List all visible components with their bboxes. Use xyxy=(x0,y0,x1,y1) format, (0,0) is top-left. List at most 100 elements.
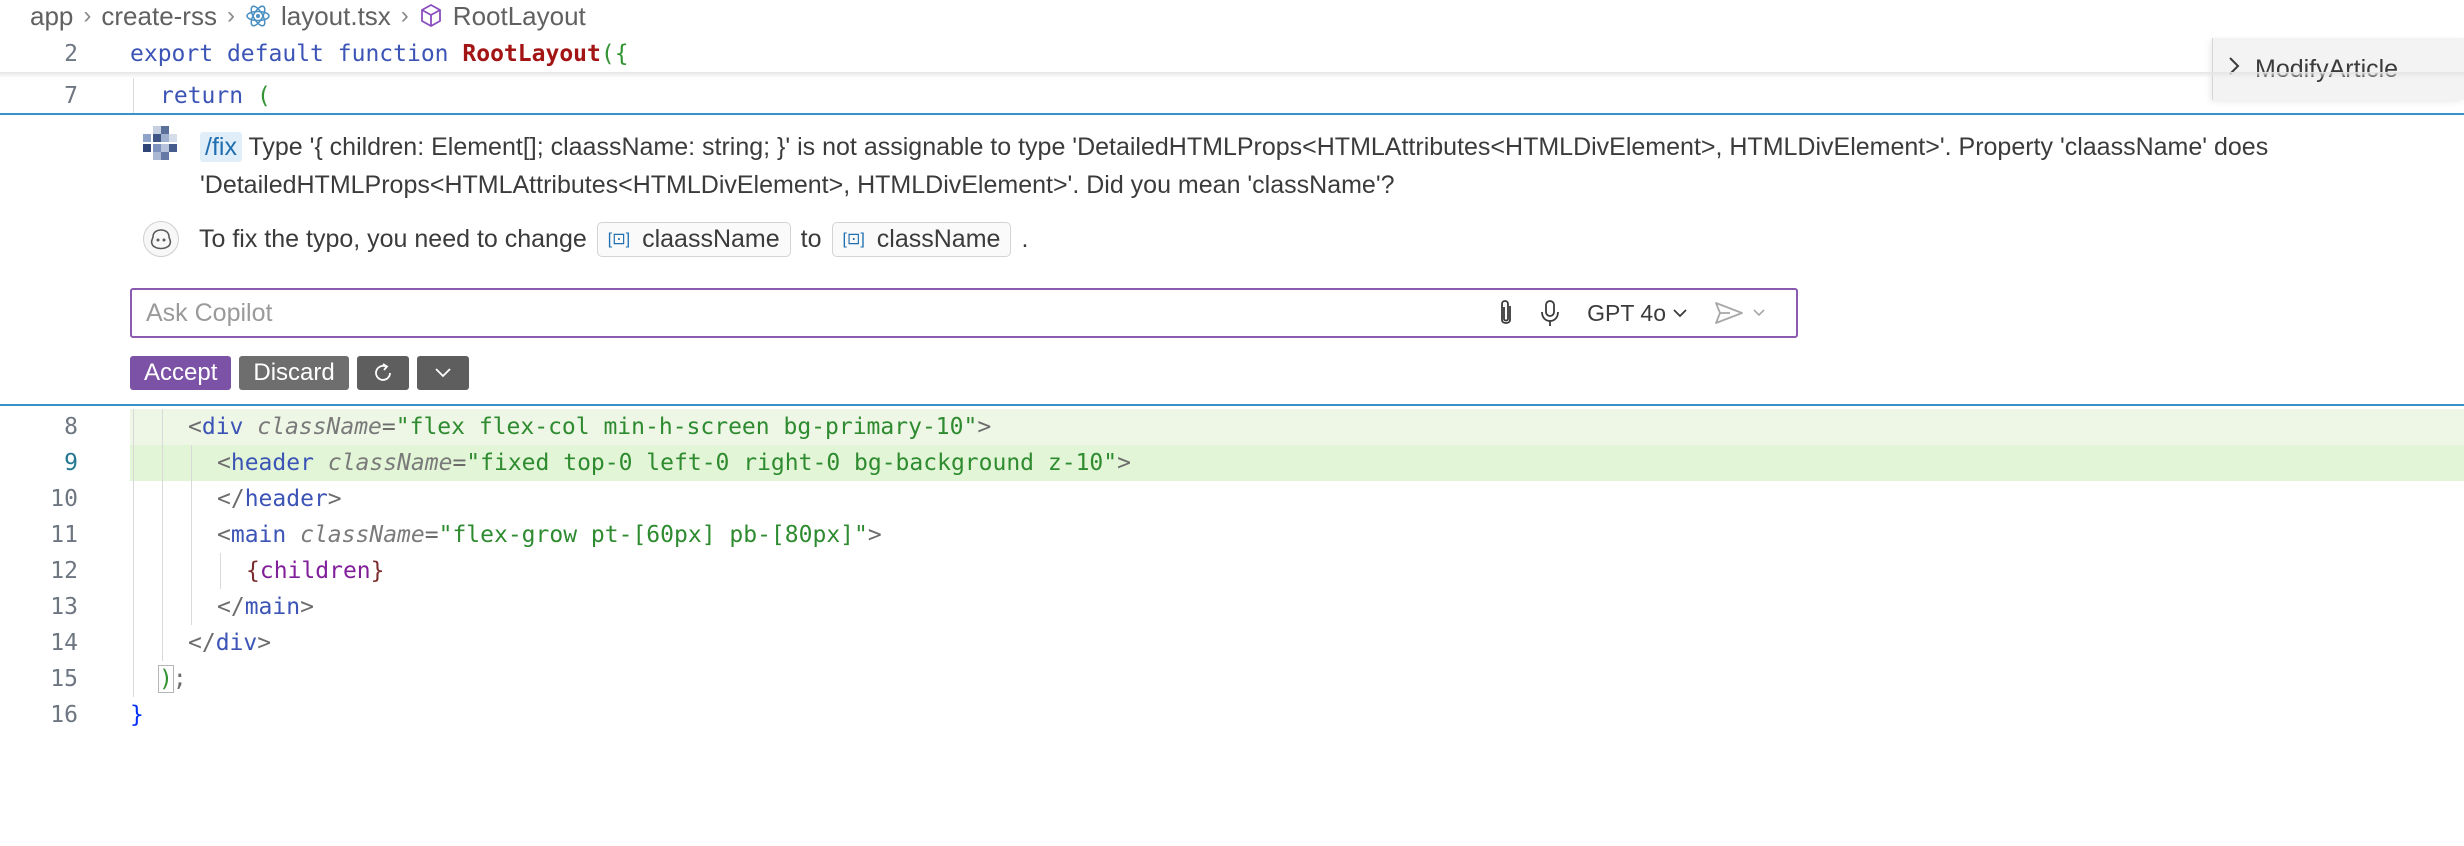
sticky-line[interactable]: 7 return ( xyxy=(0,78,2464,114)
code-token: = xyxy=(452,450,467,476)
line-number: 13 xyxy=(50,594,78,620)
code-token: ) xyxy=(158,665,174,693)
line-number: 9 xyxy=(64,450,78,476)
code-token: RootLayout xyxy=(462,41,601,67)
breadcrumb-item-app[interactable]: app xyxy=(30,1,73,32)
chevron-right-icon: › xyxy=(400,2,409,29)
code-token: </ xyxy=(217,486,245,512)
line-number: 15 xyxy=(50,666,78,692)
code-line[interactable]: 13 </main> xyxy=(0,589,2464,625)
code-line[interactable]: 16 } xyxy=(0,697,2464,733)
ask-copilot-input[interactable] xyxy=(132,291,1486,335)
code-token: className xyxy=(327,450,453,476)
code-token: className xyxy=(257,414,382,440)
code-token: = xyxy=(381,414,396,440)
chevron-down-icon xyxy=(1673,309,1687,318)
code-token: < xyxy=(188,414,202,440)
microphone-icon[interactable] xyxy=(1527,293,1573,333)
code-token: } xyxy=(370,558,385,584)
symbol-chip-from[interactable]: [⊡] claassName xyxy=(596,221,791,257)
code-token: ( xyxy=(256,83,271,109)
copilot-response: To fix the typo, you need to change [⊡] c… xyxy=(143,220,1028,258)
line-number: 14 xyxy=(50,630,78,656)
zone-separator-top xyxy=(0,113,2464,115)
code-token: "flex-grow pt-[60px] pb-[80px]" xyxy=(438,522,868,548)
code-token: ; xyxy=(172,666,187,692)
inline-chat-actions: Accept Discard xyxy=(130,356,469,392)
refresh-icon xyxy=(374,363,391,381)
ask-copilot-box: GPT 4o xyxy=(130,288,1798,338)
symbol-chip-to[interactable]: [⊡] className xyxy=(831,221,1012,257)
react-icon xyxy=(245,3,271,29)
code-token: header xyxy=(230,450,314,476)
code-token: div xyxy=(201,414,244,440)
line-number: 11 xyxy=(50,522,78,548)
chevron-down-icon xyxy=(1753,309,1765,317)
code-token: = xyxy=(424,522,439,548)
code-token: export xyxy=(130,41,214,67)
code-token: > xyxy=(1117,450,1131,476)
code-line[interactable]: 14 </div> xyxy=(0,625,2464,661)
code-token: "flex flex-col min-h-screen bg-primary-1… xyxy=(395,414,978,440)
code-token: </ xyxy=(217,594,245,620)
chip-label: className xyxy=(876,224,1001,253)
chip-label: claassName xyxy=(642,224,780,253)
code-token: > xyxy=(977,414,992,440)
code-token: </ xyxy=(188,630,216,656)
line-number: 8 xyxy=(64,414,78,440)
user-avatar xyxy=(143,126,179,162)
model-label: GPT 4o xyxy=(1587,299,1666,326)
breadcrumb-item-symbol[interactable]: RootLayout xyxy=(453,1,586,32)
code-token: } xyxy=(130,702,144,728)
code-token: default xyxy=(226,41,324,67)
response-text: To fix the typo, you need to change xyxy=(199,224,587,253)
sticky-line[interactable]: 2 export default function RootLayout({ xyxy=(0,36,2464,72)
code-line[interactable]: 10 </header> xyxy=(0,481,2464,517)
code-line[interactable]: 15 ); xyxy=(0,661,2464,697)
code-line[interactable]: 12 {children} xyxy=(0,553,2464,589)
send-button[interactable] xyxy=(1702,293,1778,333)
chevron-right-icon: › xyxy=(83,2,92,29)
code-token: header xyxy=(244,486,328,512)
code-token: function xyxy=(337,41,449,67)
breadcrumb-item-file[interactable]: layout.tsx xyxy=(281,1,391,32)
more-actions-button[interactable] xyxy=(416,356,469,390)
symbol-variable-icon: [⊡] xyxy=(607,231,631,248)
code-line[interactable]: 11 <main className="flex-grow pt-[60px] … xyxy=(0,517,2464,553)
error-text-line1: Type '{ children: Element[]; claassName:… xyxy=(241,133,2269,161)
code-token: return xyxy=(160,83,244,109)
regenerate-button[interactable] xyxy=(356,356,409,390)
breadcrumb-item-create-rss[interactable]: create-rss xyxy=(101,1,217,32)
code-token: < xyxy=(217,450,231,476)
code-token: main xyxy=(230,522,287,548)
code-token: children xyxy=(259,558,371,584)
response-text: . xyxy=(1021,224,1029,253)
code-token: < xyxy=(217,522,231,548)
code-token: > xyxy=(257,630,272,656)
indent-guide xyxy=(133,78,134,114)
accept-button[interactable]: Accept xyxy=(130,356,232,390)
zone-separator-bottom xyxy=(0,404,2464,406)
slash-command: /fix xyxy=(200,132,242,162)
discard-button[interactable]: Discard xyxy=(239,356,349,390)
code-token: "fixed top-0 left-0 right-0 bg-backgroun… xyxy=(466,450,1118,476)
error-text-line2: 'DetailedHTMLProps<HTMLAttributes<HTMLDi… xyxy=(200,171,1395,199)
copilot-icon xyxy=(143,221,179,257)
code-token: > xyxy=(867,522,882,548)
line-number: 2 xyxy=(64,41,78,67)
code-line[interactable]: 8 <div className="flex flex-col min-h-sc… xyxy=(0,409,2464,445)
line-number: 12 xyxy=(50,558,78,584)
cube-icon xyxy=(419,3,443,29)
line-number: 7 xyxy=(64,83,78,109)
code-line[interactable]: 9 <header className="fixed top-0 left-0 … xyxy=(0,445,2464,481)
chevron-down-icon xyxy=(435,368,451,378)
attach-icon[interactable] xyxy=(1485,293,1527,333)
breadcrumb: app › create-rss › layout.tsx › RootLayo… xyxy=(0,0,2464,32)
send-icon xyxy=(1715,302,1743,324)
code-token: className xyxy=(300,522,425,548)
code-token: > xyxy=(327,486,342,512)
line-number: 10 xyxy=(50,486,78,512)
model-picker[interactable]: GPT 4o xyxy=(1573,300,1702,327)
line-number: 16 xyxy=(50,702,78,728)
code-token: ({ xyxy=(600,41,629,67)
